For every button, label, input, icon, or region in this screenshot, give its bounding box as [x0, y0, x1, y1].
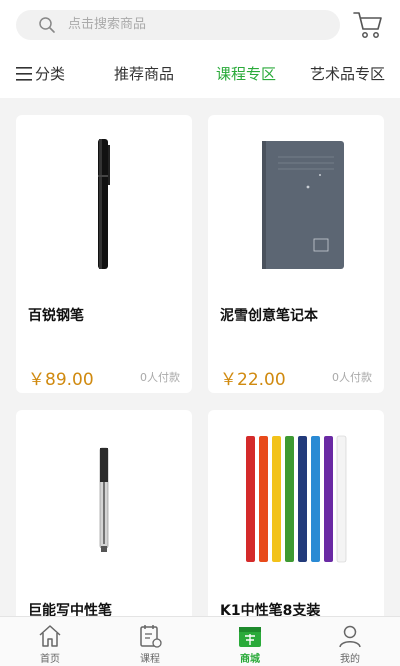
- bottom-nav: 首页 课程 商城 我的: [0, 616, 400, 666]
- profile-icon: [339, 625, 361, 648]
- cart-icon[interactable]: [352, 10, 384, 40]
- tab-recommended[interactable]: 推荐商品: [114, 64, 174, 84]
- nav-home[interactable]: 首页: [0, 617, 100, 666]
- nav-label: 首页: [40, 654, 60, 665]
- nav-course[interactable]: 课程: [100, 617, 200, 666]
- nav-label: 我的: [340, 654, 360, 665]
- product-card[interactable]: 巨能写中性笔: [16, 410, 192, 650]
- product-price: ￥22.00: [220, 370, 286, 390]
- tab-art-zone[interactable]: 艺术品专区: [310, 64, 385, 84]
- menu-icon[interactable]: [16, 67, 32, 81]
- search-placeholder: 点击搜索商品: [68, 17, 147, 32]
- course-icon: [140, 625, 162, 648]
- product-image-pen: [98, 139, 110, 269]
- home-icon: [39, 625, 61, 647]
- mall-icon: [239, 627, 261, 647]
- product-image-color-pens: [246, 435, 347, 563]
- product-card[interactable]: 泥雪创意笔记本 ￥22.00 0人付款: [208, 115, 384, 393]
- search-icon: [39, 17, 55, 33]
- nav-label: 课程: [140, 654, 160, 665]
- product-price: ￥89.00: [28, 370, 94, 390]
- product-image-notebook: [262, 141, 344, 269]
- nav-label: 商城: [240, 654, 260, 665]
- nav-profile[interactable]: 我的: [300, 617, 400, 666]
- product-sold-count: 0人付款: [140, 371, 180, 384]
- top-bar: 点击搜索商品: [0, 0, 400, 50]
- product-name: 泥雪创意笔记本: [220, 308, 318, 324]
- category-tabs: 分类 推荐商品 课程专区 艺术品专区: [0, 50, 400, 98]
- product-card[interactable]: K1中性笔8支装: [208, 410, 384, 650]
- product-image-gel-pen: [99, 447, 109, 552]
- product-name: 百锐钢笔: [28, 308, 84, 324]
- nav-mall[interactable]: 商城: [200, 617, 300, 666]
- product-card[interactable]: 百锐钢笔 ￥89.00 0人付款: [16, 115, 192, 393]
- search-bar[interactable]: 点击搜索商品: [16, 10, 340, 40]
- tab-course-zone[interactable]: 课程专区: [216, 64, 276, 84]
- tab-category[interactable]: 分类: [35, 64, 65, 84]
- product-sold-count: 0人付款: [332, 371, 372, 384]
